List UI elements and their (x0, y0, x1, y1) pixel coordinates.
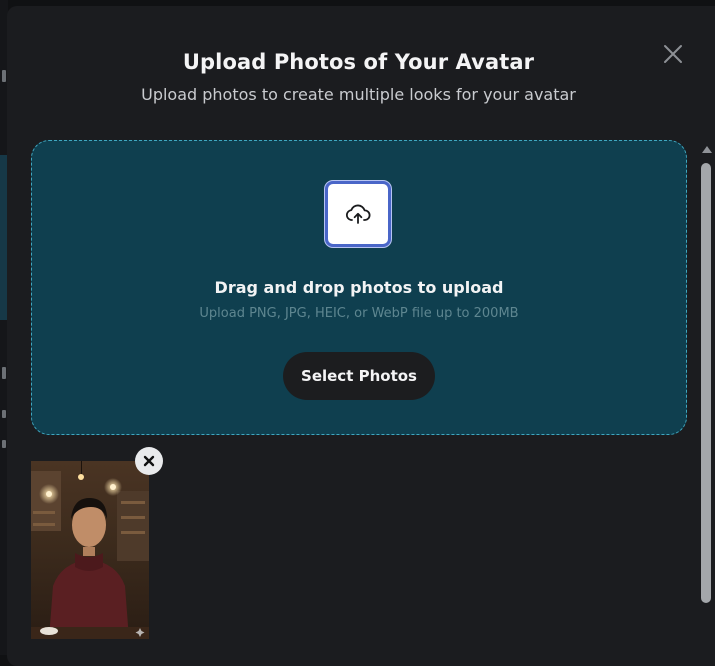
modal-subtitle: Upload photos to create multiple looks f… (141, 85, 576, 104)
scrollbar[interactable] (701, 146, 713, 666)
close-icon (143, 455, 155, 467)
close-icon (664, 45, 682, 63)
scroll-up-arrow-icon[interactable] (702, 146, 712, 153)
upload-modal: Upload Photos of Your Avatar Upload phot… (7, 6, 715, 666)
uploaded-photo-thumbnail[interactable] (31, 461, 149, 639)
scrollbar-thumb[interactable] (701, 163, 711, 603)
background-text-fragment (2, 440, 6, 448)
background-text-fragment (2, 410, 6, 418)
background-text-fragment (2, 70, 6, 82)
cloud-upload-icon (345, 204, 371, 224)
dropzone-title: Drag and drop photos to upload (214, 278, 504, 297)
modal-title: Upload Photos of Your Avatar (182, 50, 535, 74)
upload-icon-container (325, 181, 391, 247)
photo-image (31, 461, 149, 639)
background-text-fragment (2, 367, 6, 379)
select-photos-button[interactable]: Select Photos (283, 352, 435, 400)
close-button[interactable] (661, 42, 685, 66)
photo-dropzone[interactable]: Drag and drop photos to upload Upload PN… (31, 140, 687, 435)
remove-photo-button[interactable] (135, 447, 163, 475)
dropzone-hint: Upload PNG, JPG, HEIC, or WebP file up t… (199, 306, 519, 321)
